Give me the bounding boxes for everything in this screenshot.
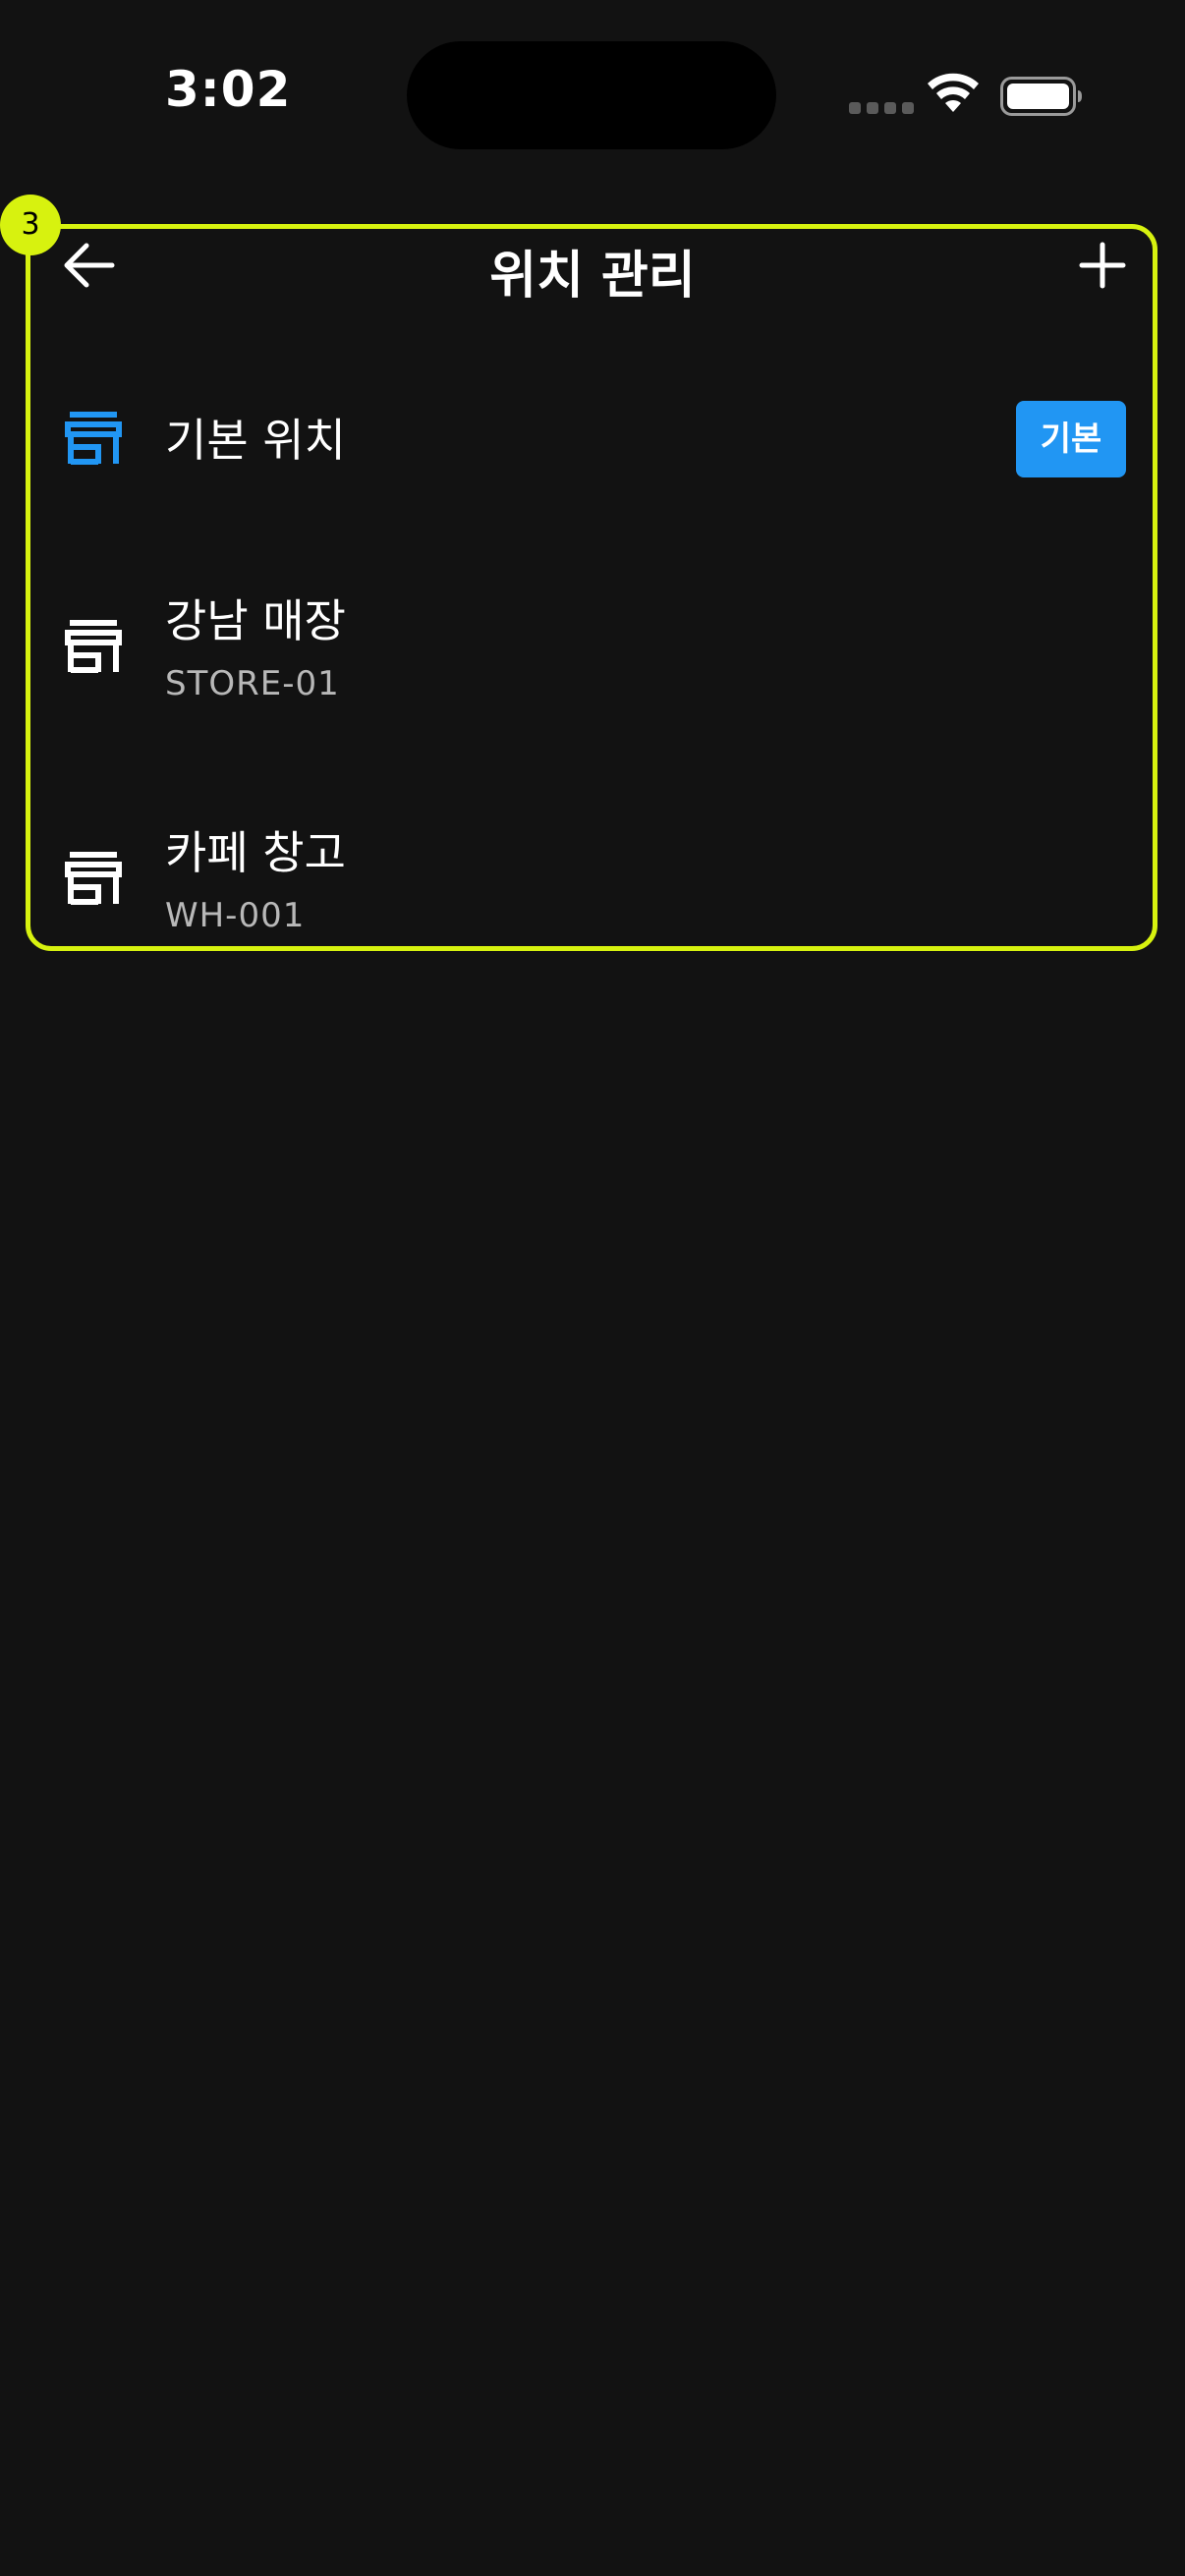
location-code: WH-001 [165,896,306,935]
dynamic-island [407,41,776,149]
store-icon [65,620,122,673]
location-name: 기본 위치 [165,414,346,467]
default-badge: 기본 [1016,401,1126,477]
page-title: 위치 관리 [489,247,696,306]
status-bar: 3:02 [0,0,1185,196]
location-name: 카페 창고 [165,826,346,879]
location-name: 강남 매장 [165,594,346,647]
wifi-icon [928,73,979,112]
add-location-button[interactable] [1067,230,1138,301]
plus-icon [1079,242,1126,289]
cellular-signal-icon [849,102,914,114]
store-icon [65,412,122,465]
store-icon [65,852,122,905]
battery-full-icon [1000,77,1082,116]
status-time: 3:02 [165,61,292,118]
app-bar: 위치 관리 [39,226,1146,306]
location-code: STORE-01 [165,664,340,703]
